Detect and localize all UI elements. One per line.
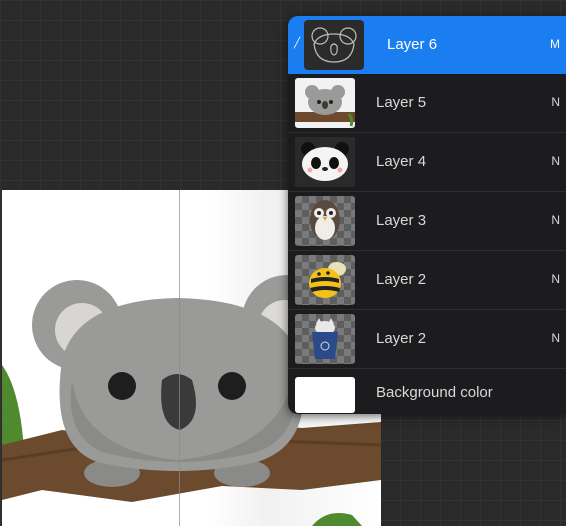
- blend-mode-button[interactable]: N: [551, 154, 560, 168]
- bee-icon: [295, 255, 355, 305]
- blend-mode-button[interactable]: N: [551, 213, 560, 227]
- clipping-mask-icon: ╱: [294, 38, 301, 49]
- cat-cup-icon: [295, 314, 355, 364]
- layer-row-4[interactable]: Layer 4 N: [288, 133, 566, 192]
- koala-sketch-icon: [304, 20, 364, 70]
- layer-name: Layer 2: [376, 330, 427, 347]
- canvas-guide-line: [179, 190, 180, 526]
- left-eye-shape: [108, 372, 136, 400]
- layer-name: Layer 5: [376, 94, 427, 111]
- background-color-row[interactable]: Background color: [288, 369, 566, 414]
- right-eye-shape: [218, 372, 246, 400]
- layer-name: Layer 4: [376, 153, 427, 170]
- layer-row-6[interactable]: ╱ Layer 6 M: [288, 16, 566, 74]
- koala-icon: [295, 78, 355, 128]
- blend-mode-button[interactable]: N: [551, 331, 560, 345]
- blend-mode-button[interactable]: M: [550, 37, 560, 51]
- layer-row-2b[interactable]: Layer 2 N: [288, 310, 566, 369]
- panda-icon: [295, 137, 355, 187]
- layer-name: Layer 6: [387, 36, 438, 53]
- layer-row-5[interactable]: Layer 5 N: [288, 74, 566, 133]
- layer-row-2a[interactable]: Layer 2 N: [288, 251, 566, 310]
- owl-icon: [295, 196, 355, 246]
- layers-panel: ╱ Layer 6 M Layer 5 N Layer 4 N Layer 3 …: [288, 16, 566, 414]
- layer-row-3[interactable]: Layer 3 N: [288, 192, 566, 251]
- layer-name: Layer 2: [376, 271, 427, 288]
- background-color-swatch[interactable]: [295, 377, 355, 413]
- blend-mode-button[interactable]: N: [551, 272, 560, 286]
- background-color-label: Background color: [376, 384, 493, 401]
- layer-name: Layer 3: [376, 212, 427, 229]
- blend-mode-button[interactable]: N: [551, 95, 560, 109]
